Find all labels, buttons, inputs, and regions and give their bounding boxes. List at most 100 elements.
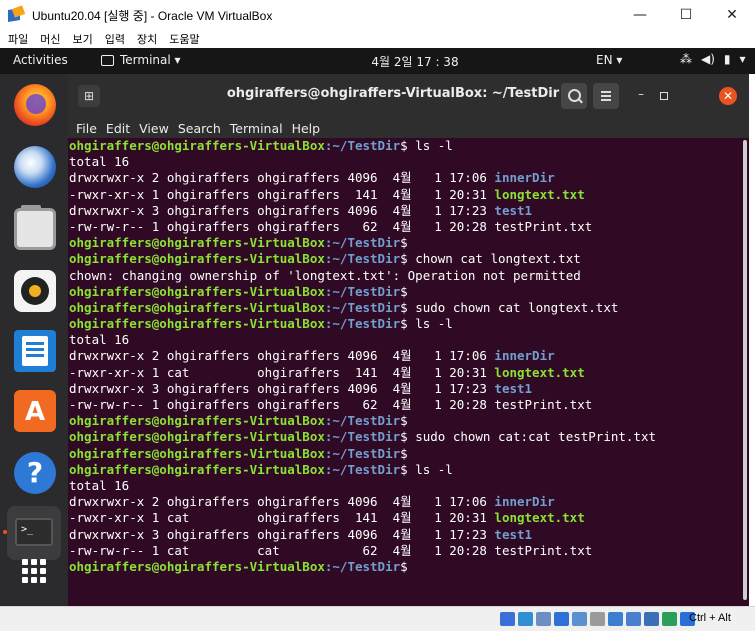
prompt-path: :~/TestDir xyxy=(324,445,401,461)
running-indicator xyxy=(3,530,7,534)
thunderbird-icon[interactable] xyxy=(14,146,56,188)
host-menu-devices[interactable]: 장치 xyxy=(137,31,157,47)
device-status-icon[interactable] xyxy=(626,612,641,626)
host-title-bar: Ubuntu20.04 [실행 중] - Oracle VM VirtualBo… xyxy=(0,0,755,30)
terminal-small-icon xyxy=(101,54,114,66)
terminal-output[interactable]: ohgiraffers@ohgiraffers-VirtualBox:~/Tes… xyxy=(68,138,749,606)
prompt-path: :~/TestDir xyxy=(324,429,401,445)
command-text: $ ls -l xyxy=(400,316,453,332)
file-name: innerDir xyxy=(494,170,555,186)
device-status-icon[interactable] xyxy=(500,612,515,626)
file-name: innerDir xyxy=(494,494,555,510)
menu-search[interactable]: Search xyxy=(178,121,221,136)
listing-line: -rw-rw-r-- 1 cat cat 62 4월 1 20:28 testP… xyxy=(69,543,656,559)
device-status-icon[interactable] xyxy=(536,612,551,626)
file-name: testPrint.txt xyxy=(494,542,593,558)
output-text: total 16 xyxy=(69,154,130,170)
command-text: $ ls -l xyxy=(400,138,453,153)
prompt-path: :~/TestDir xyxy=(324,283,401,299)
prompt-user: ohgiraffers@ohgiraffers-VirtualBox xyxy=(69,413,325,429)
show-applications-icon[interactable] xyxy=(22,559,46,583)
host-menu-view[interactable]: 보기 xyxy=(73,31,93,47)
virtualbox-icon xyxy=(8,5,26,23)
output-line: total 16 xyxy=(69,332,656,348)
file-meta: drwxrwxr-x 3 ohgiraffers ohgiraffers 409… xyxy=(69,202,495,218)
file-name: longtext.txt xyxy=(494,510,585,526)
help-icon[interactable]: ? xyxy=(14,452,56,494)
file-name: test1 xyxy=(494,526,533,542)
menu-help[interactable]: Help xyxy=(292,121,321,136)
activities-button[interactable]: Activities xyxy=(13,53,68,67)
output-line: total 16 xyxy=(69,478,656,494)
command-text: $ sudo chown cat:cat testPrint.txt xyxy=(400,429,657,445)
firefox-icon[interactable] xyxy=(14,84,56,126)
host-menu-machine[interactable]: 머신 xyxy=(40,31,60,47)
prompt-user: ohgiraffers@ohgiraffers-VirtualBox xyxy=(69,251,325,267)
battery-icon: ▮ xyxy=(723,52,731,66)
clock[interactable]: 4월 2일 17 : 38 xyxy=(360,53,470,70)
menu-view[interactable]: View xyxy=(139,121,169,136)
prompt-line: ohgiraffers@ohgiraffers-VirtualBox:~/Tes… xyxy=(69,138,656,154)
menu-edit[interactable]: Edit xyxy=(106,121,130,136)
app-menu-button[interactable]: Terminal ▾ xyxy=(101,53,181,67)
listing-line: drwxrwxr-x 2 ohgiraffers ohgiraffers 409… xyxy=(69,494,656,510)
network-icon: ⁂ xyxy=(680,52,692,66)
terminal-icon[interactable]: >_ xyxy=(7,506,61,560)
input-source-button[interactable]: EN ▾ xyxy=(596,53,622,67)
scrollbar[interactable] xyxy=(743,140,747,600)
device-status-icon[interactable] xyxy=(662,612,677,626)
prompt-user: ohgiraffers@ohgiraffers-VirtualBox xyxy=(69,445,325,461)
device-status-icon[interactable] xyxy=(572,612,587,626)
file-name: testPrint.txt xyxy=(494,218,593,234)
host-key-label: Ctrl + Alt xyxy=(689,612,731,624)
files-icon[interactable] xyxy=(14,205,56,250)
listing-line: -rwxr-xr-x 1 cat ohgiraffers 141 4월 1 20… xyxy=(69,365,656,381)
device-status-icon[interactable] xyxy=(554,612,569,626)
listing-line: drwxrwxr-x 2 ohgiraffers ohgiraffers 409… xyxy=(69,170,656,186)
menu-terminal[interactable]: Terminal xyxy=(230,121,283,136)
terminal-icon-glyph: >_ xyxy=(15,518,53,546)
rhythmbox-icon[interactable] xyxy=(14,270,56,312)
host-menu-help[interactable]: 도움말 xyxy=(169,31,199,47)
ubuntu-software-icon[interactable]: A xyxy=(14,390,56,432)
host-menu-file[interactable]: 파일 xyxy=(8,31,28,47)
prompt-path: :~/TestDir xyxy=(324,251,401,267)
listing-line: -rw-rw-r-- 1 ohgiraffers ohgiraffers 62 … xyxy=(69,397,656,413)
file-meta: drwxrwxr-x 2 ohgiraffers ohgiraffers 409… xyxy=(69,170,495,186)
listing-line: -rwxr-xr-x 1 cat ohgiraffers 141 4월 1 20… xyxy=(69,510,656,526)
system-tray[interactable]: ⁂ ◀) ▮ ▾ xyxy=(680,52,746,66)
search-icon[interactable] xyxy=(561,83,587,109)
listing-line: drwxrwxr-x 3 ohgiraffers ohgiraffers 409… xyxy=(69,203,656,219)
prompt-line: ohgiraffers@ohgiraffers-VirtualBox:~/Tes… xyxy=(69,235,656,251)
vm-status-bar: Ctrl + Alt xyxy=(0,606,755,631)
prompt-line: ohgiraffers@ohgiraffers-VirtualBox:~/Tes… xyxy=(69,559,656,575)
close-button[interactable]: ✕ xyxy=(719,87,737,105)
maximize-button[interactable] xyxy=(660,92,668,100)
menu-file[interactable]: File xyxy=(76,121,97,136)
prompt-path: :~/TestDir xyxy=(324,558,401,574)
output-text: total 16 xyxy=(69,477,130,493)
prompt-line: ohgiraffers@ohgiraffers-VirtualBox:~/Tes… xyxy=(69,284,656,300)
prompt-line: ohgiraffers@ohgiraffers-VirtualBox:~/Tes… xyxy=(69,251,656,267)
host-close-button[interactable]: ✕ xyxy=(709,0,755,30)
host-maximize-button[interactable]: ☐ xyxy=(663,0,709,30)
new-tab-button[interactable]: ⊞ xyxy=(78,85,100,107)
prompt-user: ohgiraffers@ohgiraffers-VirtualBox xyxy=(69,558,325,574)
command-text: $ chown cat longtext.txt xyxy=(400,251,581,267)
minimize-button[interactable]: – xyxy=(632,87,650,105)
host-menu-input[interactable]: 입력 xyxy=(105,31,125,47)
file-meta: drwxrwxr-x 2 ohgiraffers ohgiraffers 409… xyxy=(69,494,495,510)
host-minimize-button[interactable]: — xyxy=(617,0,663,30)
hamburger-menu-icon[interactable] xyxy=(593,83,619,109)
file-name: longtext.txt xyxy=(494,364,585,380)
device-status-icon[interactable] xyxy=(608,612,623,626)
listing-line: -rw-rw-r-- 1 ohgiraffers ohgiraffers 62 … xyxy=(69,219,656,235)
device-status-icon[interactable] xyxy=(590,612,605,626)
device-status-icon[interactable] xyxy=(644,612,659,626)
prompt-user: ohgiraffers@ohgiraffers-VirtualBox xyxy=(69,461,325,477)
device-status-icon[interactable] xyxy=(518,612,533,626)
file-meta: -rwxr-xr-x 1 cat ohgiraffers 141 4월 1 20… xyxy=(69,510,495,526)
libreoffice-writer-icon[interactable] xyxy=(14,330,56,372)
prompt-line: ohgiraffers@ohgiraffers-VirtualBox:~/Tes… xyxy=(69,316,656,332)
prompt-path: :~/TestDir xyxy=(324,461,401,477)
